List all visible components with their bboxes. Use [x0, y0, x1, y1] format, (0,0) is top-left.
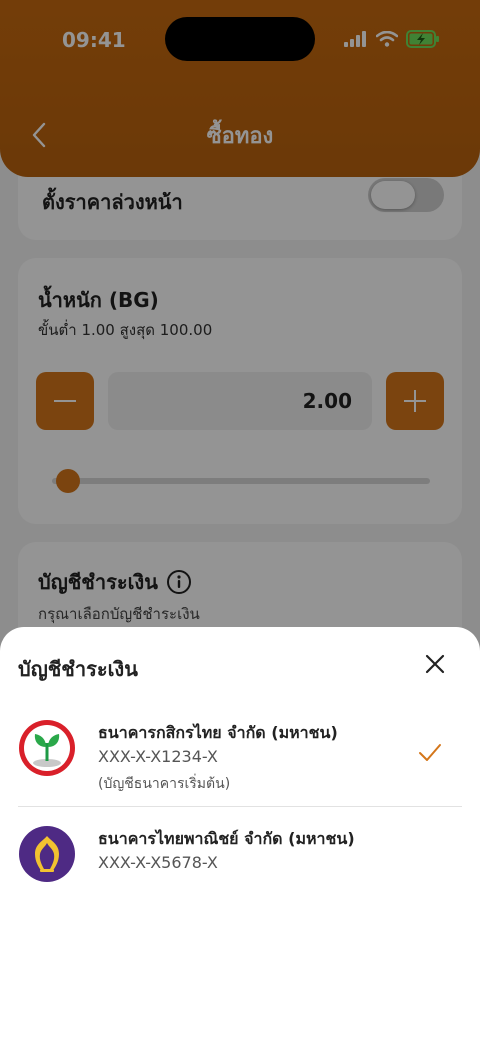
bank-option[interactable]: ธนาคารไทยพาณิชย์ จำกัด (มหาชน) XXX-X-X56…	[18, 819, 462, 889]
check-icon	[419, 744, 441, 761]
bank-account-number: XXX-X-X1234-X	[98, 747, 218, 766]
sheet-title: บัญชีชำระเงิน	[18, 657, 138, 681]
default-account-note: (บัญชีธนาคารเริ่มต้น)	[98, 776, 231, 792]
bank-account-number: XXX-X-X5678-X	[98, 853, 218, 872]
bank-option[interactable]: ธนาคารกสิกรไทย จำกัด (มหาชน) XXX-X-X1234…	[18, 713, 462, 807]
buy-gold-screen: 09:41 ซื้อทอง ตั้งราคาล่วงหน้า น้ำหนัก (…	[0, 0, 480, 1044]
scb-logo-icon	[19, 826, 75, 882]
payment-account-sheet: บัญชีชำระเงิน ธนาคารกสิกรไทย จำกัด (มหาช…	[0, 627, 480, 1044]
kbank-logo-icon	[19, 720, 75, 776]
close-button[interactable]	[420, 649, 450, 679]
close-icon	[425, 654, 445, 674]
bank-name: ธนาคารไทยพาณิชย์ จำกัด (มหาชน)	[98, 829, 355, 848]
bank-name: ธนาคารกสิกรไทย จำกัด (มหาชน)	[98, 723, 338, 742]
